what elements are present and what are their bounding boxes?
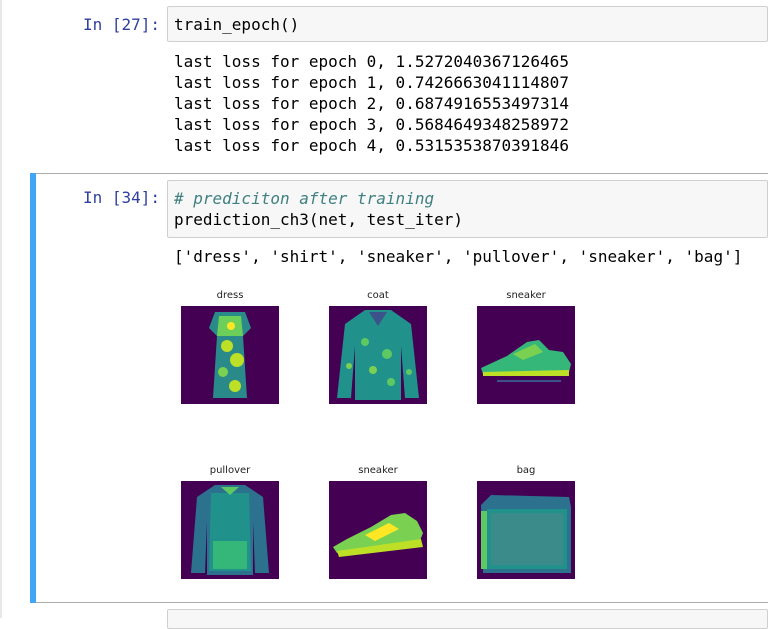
pullover-image [181,481,279,579]
image-title-coat: coat [367,290,389,301]
image-title-bag: bag [516,465,536,476]
cell-27-prompt: In [27]: [83,15,161,34]
cell-27-output-line: last loss for epoch 3, 0.568464934825897… [174,115,569,134]
cell-34-code[interactable]: prediction_ch3(net, test_iter) [174,210,463,229]
cell-27-output-line: last loss for epoch 4, 0.531535387039184… [174,136,569,155]
sneaker-image [477,306,575,404]
image-title-sneaker-2: sneaker [358,465,398,476]
coat-image [329,306,427,404]
dress-image [181,306,279,404]
next-cell-input[interactable] [167,609,768,629]
image-title-pullover: pullover [209,465,251,476]
cell-27-input[interactable]: train_epoch() [167,6,768,42]
cell-34-selection-bar [30,173,36,603]
notebook-left-rule [0,0,2,618]
image-title-sneaker-1: sneaker [506,290,546,301]
cell-34-comment[interactable]: # prediciton after training [174,189,434,208]
cell-27-code[interactable]: train_epoch() [174,15,299,34]
cell-34-prompt: In [34]: [83,188,161,207]
cell-34-output-text: ['dress', 'shirt', 'sneaker', 'pullover'… [174,247,743,266]
image-title-dress: dress [216,290,244,301]
cell-27-output-line: last loss for epoch 2, 0.687491655349731… [174,94,569,113]
cell-34-input[interactable]: # prediciton after training prediction_c… [167,180,768,238]
bag-image [477,481,575,579]
cell-27-output-line: last loss for epoch 0, 1.527204036712646… [174,52,569,71]
cell-27-output-line: last loss for epoch 1, 0.742666304111480… [174,73,569,92]
sneaker-image [329,481,427,579]
